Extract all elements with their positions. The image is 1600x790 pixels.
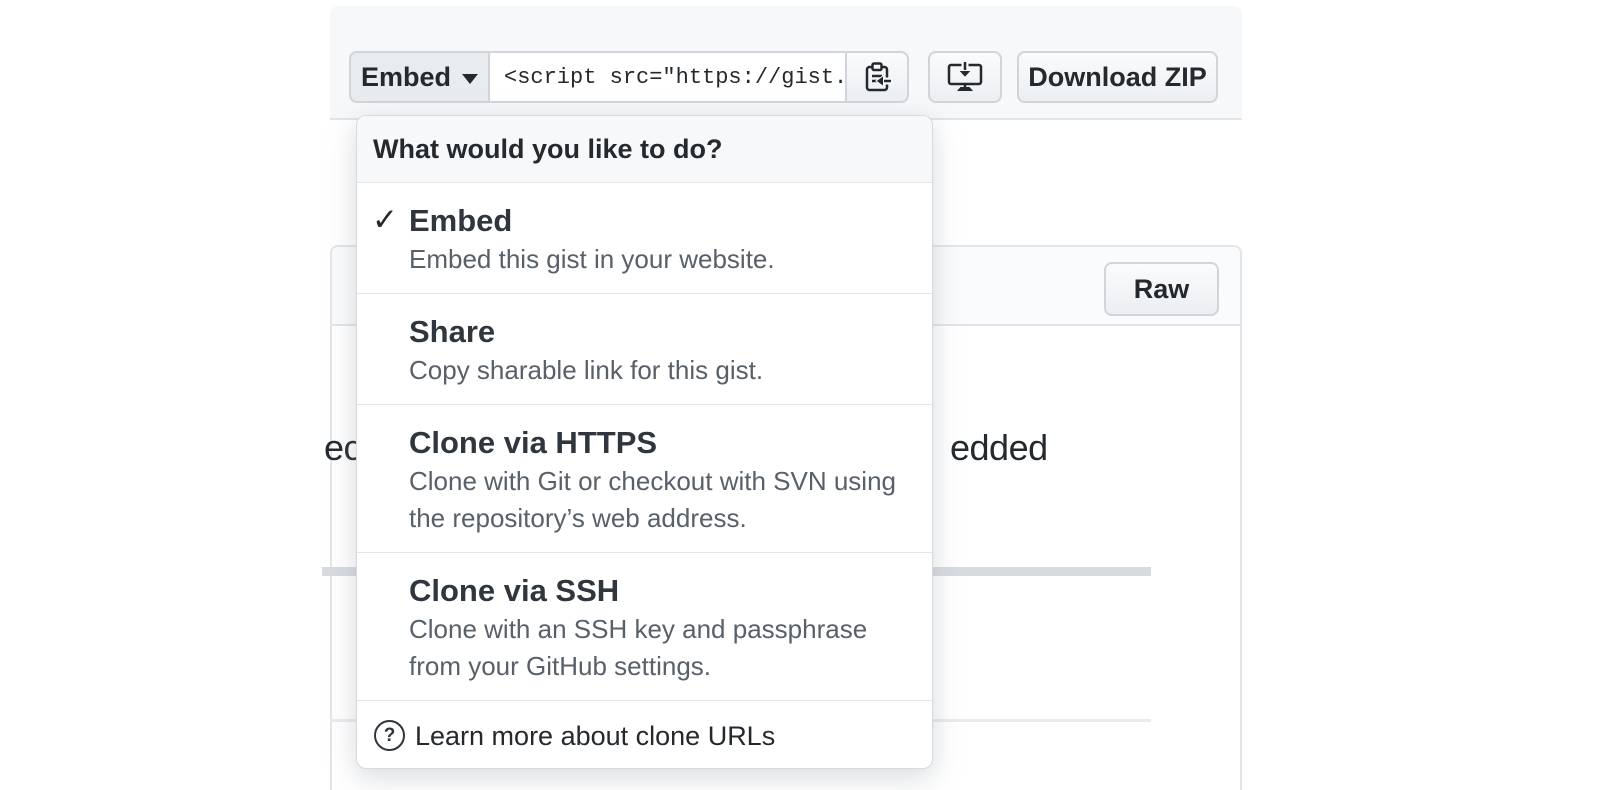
embed-input-group: Embed [349,51,909,103]
download-zip-label: Download ZIP [1028,62,1207,93]
dropdown-item-share[interactable]: Share Copy sharable link for this gist. [357,294,932,405]
caret-down-icon [462,74,478,84]
raw-button[interactable]: Raw [1104,262,1219,316]
dropdown-item-title: Clone via SSH [409,574,908,608]
desktop-download-icon [946,61,984,93]
raw-button-label: Raw [1134,274,1190,305]
check-icon: ✓ [372,203,398,237]
dropdown-item-title: Clone via HTTPS [409,426,908,460]
dropdown-item-embed[interactable]: ✓ Embed Embed this gist in your website. [357,183,932,294]
background-text-fragment-right: edded [950,430,1048,466]
embed-options-dropdown: What would you like to do? ✓ Embed Embed… [356,115,933,769]
open-in-desktop-button[interactable] [928,51,1002,103]
dropdown-item-title: Embed [409,204,908,238]
dropdown-item-description: Clone with Git or checkout with SVN usin… [409,463,908,537]
question-icon: ? [374,720,405,751]
dropdown-item-title: Share [409,315,908,349]
dropdown-footer-label: Learn more about clone URLs [415,721,775,751]
download-zip-button[interactable]: Download ZIP [1017,51,1218,103]
dropdown-header: What would you like to do? [357,116,932,183]
dropdown-item-clone-https[interactable]: Clone via HTTPS Clone with Git or checko… [357,405,932,553]
dropdown-item-description: Clone with an SSH key and passphrase fro… [409,611,908,685]
dropdown-footer-learn-more[interactable]: ? Learn more about clone URLs [357,701,932,768]
clippy-copy-icon [860,60,894,94]
embed-code-input[interactable] [488,51,847,103]
copy-to-clipboard-button[interactable] [845,51,909,103]
embed-menu-button[interactable]: Embed [349,51,490,103]
dropdown-item-clone-ssh[interactable]: Clone via SSH Clone with an SSH key and … [357,553,932,701]
dropdown-item-description: Copy sharable link for this gist. [409,352,908,389]
gist-page: Embed [0,0,1600,790]
dropdown-item-description: Embed this gist in your website. [409,241,908,278]
embed-menu-button-label: Embed [361,62,451,93]
